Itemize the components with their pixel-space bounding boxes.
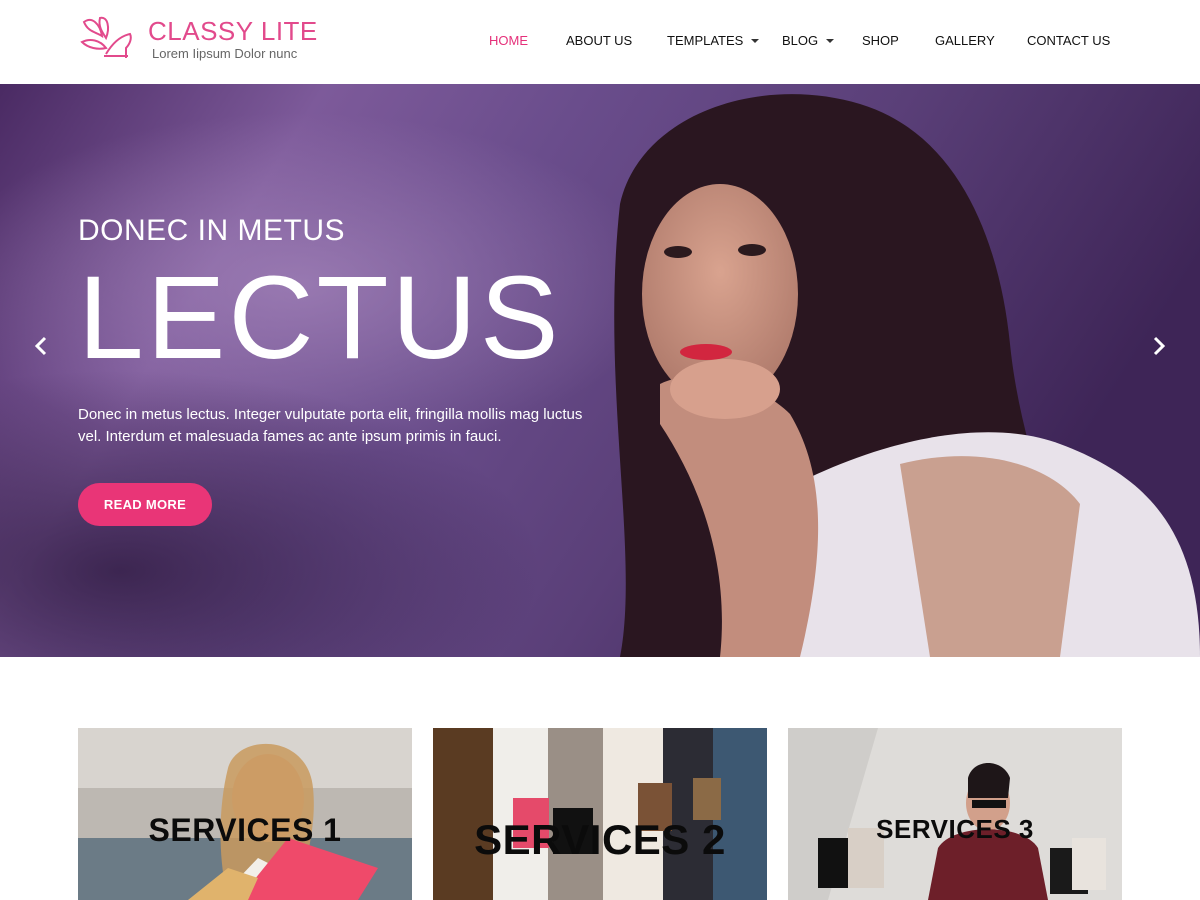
service-title: SERVICES 2 bbox=[474, 816, 726, 863]
chevron-right-icon[interactable] bbox=[1146, 334, 1170, 358]
nav-item-label: ABOUT US bbox=[566, 33, 633, 48]
site-header: CLASSY LITE Lorem Iipsum Dolor nunc HOME… bbox=[0, 0, 1200, 84]
service-card[interactable]: SERVICES 3 bbox=[788, 728, 1122, 900]
read-more-button[interactable]: READ MORE bbox=[78, 483, 212, 526]
service-image bbox=[433, 728, 767, 900]
service-title: SERVICES 1 bbox=[148, 812, 342, 848]
caret-down-icon bbox=[826, 38, 835, 43]
nav-item-label: GALLERY bbox=[935, 33, 995, 48]
service-card[interactable]: SERVICES 2 bbox=[433, 728, 767, 900]
nav-item-home[interactable]: HOME bbox=[489, 33, 528, 48]
nav-item-label: BLOG bbox=[782, 33, 819, 48]
caret-down-icon bbox=[751, 38, 760, 43]
hero-slider: DONEC IN METUS LECTUS Donec in metus lec… bbox=[0, 84, 1200, 657]
nav-item-blog[interactable]: BLOG bbox=[782, 33, 835, 48]
main-nav: HOME ABOUT US TEMPLATES BLOG SHOP GALLER… bbox=[0, 0, 1200, 84]
hero-eyebrow: DONEC IN METUS bbox=[78, 214, 346, 247]
service-card[interactable]: SERVICES 1 bbox=[78, 728, 412, 900]
hero-description: Donec in metus lectus. Integer vulputate… bbox=[78, 406, 583, 445]
nav-item-templates[interactable]: TEMPLATES bbox=[667, 33, 760, 48]
nav-item-gallery[interactable]: GALLERY bbox=[935, 33, 995, 48]
nav-item-contact-us[interactable]: CONTACT US bbox=[1027, 33, 1110, 48]
chevron-left-icon[interactable] bbox=[30, 334, 54, 358]
hero-title: LECTUS bbox=[78, 252, 562, 384]
service-title: SERVICES 3 bbox=[876, 814, 1034, 844]
nav-item-label: SHOP bbox=[862, 33, 899, 48]
nav-item-label: TEMPLATES bbox=[667, 33, 744, 48]
nav-item-about-us[interactable]: ABOUT US bbox=[566, 33, 632, 48]
nav-item-label: CONTACT US bbox=[1027, 33, 1111, 48]
nav-item-label: HOME bbox=[489, 33, 528, 48]
nav-item-shop[interactable]: SHOP bbox=[862, 33, 899, 48]
services-section: SERVICES 1 SERVICES 2 SERVICES 3 bbox=[0, 657, 1200, 900]
